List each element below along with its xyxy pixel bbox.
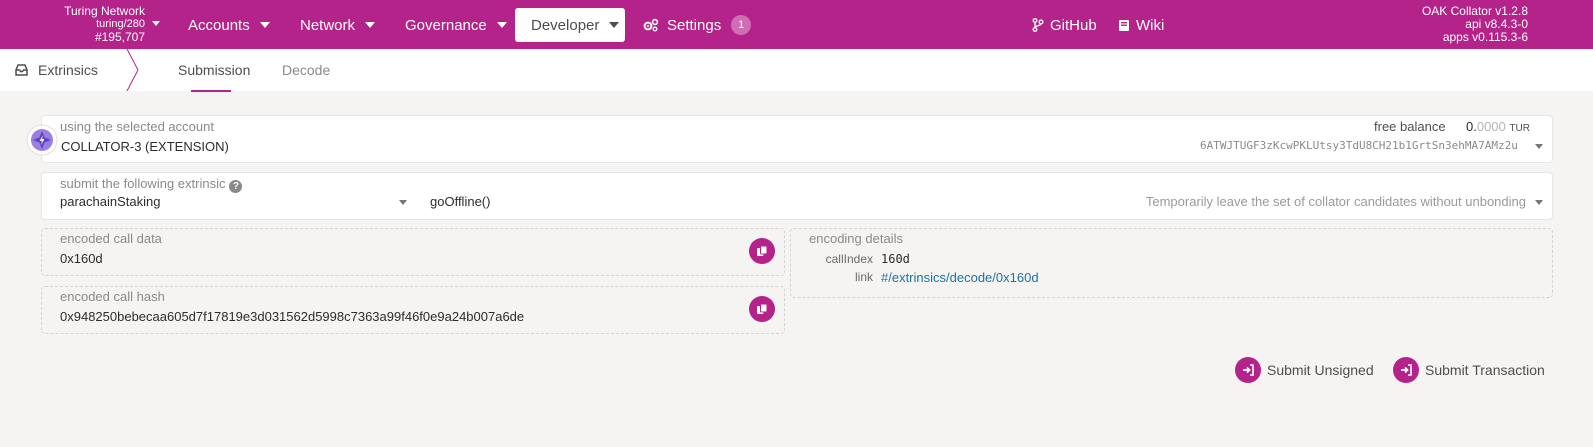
decode-link[interactable]: #/extrinsics/decode/0x160d [881, 270, 1039, 285]
nav-network-label: Network [300, 16, 356, 34]
version-info: OAK Collator v1.2.8 api v8.4.3-0 apps v0… [1422, 5, 1528, 44]
active-tab-indicator [191, 90, 231, 92]
nav-network[interactable]: Network [300, 8, 376, 42]
balance-integer: 0. [1466, 119, 1477, 134]
method-description: Temporarily leave the set of collator ca… [1145, 194, 1526, 209]
encoded-call-data-value: 0x160d [60, 251, 103, 266]
tab-decode[interactable]: Decode [282, 49, 330, 91]
pallet-value: parachainStaking [60, 194, 161, 209]
chevron-down-icon [609, 22, 620, 28]
nav-accounts[interactable]: Accounts [188, 8, 270, 42]
sign-in-icon [1393, 357, 1419, 383]
code-branch-icon [1032, 18, 1044, 32]
method-dropdown[interactable]: goOffline() Temporarily leave the set of… [422, 173, 1552, 219]
settings-count-badge: 1 [731, 15, 752, 35]
copy-call-data-button[interactable] [749, 238, 775, 264]
block-number: #195,707 [94, 30, 145, 44]
encoded-call-hash-panel: encoded call hash 0x948250bebecaa605d7f1… [41, 286, 785, 334]
chain-name: Turing Network [64, 4, 145, 18]
chevron-down-icon [1535, 200, 1543, 205]
sign-in-icon [1235, 357, 1261, 383]
tab-submission[interactable]: Submission [178, 49, 250, 91]
call-index-value: 160d [881, 252, 910, 266]
tab-submission-label: Submission [178, 62, 251, 78]
submit-unsigned-button[interactable]: Submit Unsigned [1235, 357, 1374, 383]
chevron-down-icon [496, 22, 507, 28]
github-label: GitHub [1050, 16, 1097, 34]
tab-decode-label: Decode [282, 62, 331, 78]
balance-decimal: 0000 [1476, 119, 1506, 134]
encoding-details-panel: encoding details callIndex 160d link #/e… [790, 228, 1553, 298]
chain-selector[interactable]: Turing Network turing/280 #195,707 [64, 5, 145, 44]
copy-icon [757, 245, 768, 256]
extrinsic-selector: submit the following extrinsic? parachai… [41, 172, 1553, 220]
submit-unsigned-label: Submit Unsigned [1267, 362, 1374, 378]
nav-developer[interactable]: Developer [515, 8, 625, 42]
copy-icon [757, 303, 768, 314]
account-address: 6ATWJTUGF3zKcwPKLUtsy3TdU8CH21b1GrtSn3eh… [1200, 139, 1518, 152]
wiki-link[interactable]: Wiki [1118, 8, 1164, 42]
chevron-down-icon [365, 22, 376, 28]
chevron-down-icon [399, 200, 407, 205]
free-balance-label: free balance [1374, 119, 1446, 134]
copy-call-hash-button[interactable] [749, 296, 775, 322]
account-name: COLLATOR-3 (EXTENSION) [61, 139, 229, 154]
top-nav-bar: Turing Network turing/280 #195,707 Accou… [0, 0, 1593, 49]
tab-root-extrinsics: Extrinsics [15, 49, 98, 91]
gears-icon [643, 18, 659, 32]
account-selector[interactable]: using the selected account COLLATOR-3 (E… [41, 115, 1553, 163]
method-value: goOffline() [430, 194, 491, 209]
account-avatar-icon [26, 124, 58, 156]
tab-root-label: Extrinsics [38, 62, 98, 78]
encoded-call-hash-value: 0x948250bebecaa605d7f17819e3d031562d5998… [60, 309, 525, 324]
encoded-call-hash-label: encoded call hash [60, 289, 165, 304]
inbox-icon [15, 64, 28, 76]
account-selector-label: using the selected account [60, 119, 214, 134]
nav-settings-label: Settings [667, 16, 722, 34]
apps-version: apps v0.115.3-6 [1442, 30, 1528, 44]
chevron-down-icon [1535, 144, 1543, 149]
nav-developer-label: Developer [531, 16, 600, 34]
balance-unit: TUR [1509, 123, 1530, 134]
github-link[interactable]: GitHub [1032, 8, 1097, 42]
encoding-details-label: encoding details [809, 231, 903, 246]
sub-tabs-bar: Extrinsics Submission Decode [0, 49, 1593, 91]
free-balance-value: 0.0000 TUR [1466, 119, 1530, 134]
submit-transaction-button[interactable]: Submit Transaction [1393, 357, 1545, 383]
chain-chevron-down-icon[interactable] [152, 21, 160, 26]
pallet-dropdown[interactable]: parachainStaking [42, 173, 417, 219]
encoded-call-data-label: encoded call data [60, 231, 162, 246]
chevron-down-icon [259, 22, 270, 28]
submit-transaction-label: Submit Transaction [1425, 362, 1545, 378]
nav-accounts-label: Accounts [188, 16, 250, 34]
nav-governance-label: Governance [405, 16, 487, 34]
decode-link-label: link [854, 270, 873, 284]
nav-settings[interactable]: Settings 1 [643, 8, 752, 42]
breadcrumb-separator [126, 49, 139, 91]
wiki-label: Wiki [1136, 16, 1165, 34]
call-index-label: callIndex [825, 252, 873, 266]
book-icon [1119, 19, 1129, 31]
encoded-call-data-panel: encoded call data 0x160d [41, 228, 785, 276]
nav-governance[interactable]: Governance [405, 8, 507, 42]
